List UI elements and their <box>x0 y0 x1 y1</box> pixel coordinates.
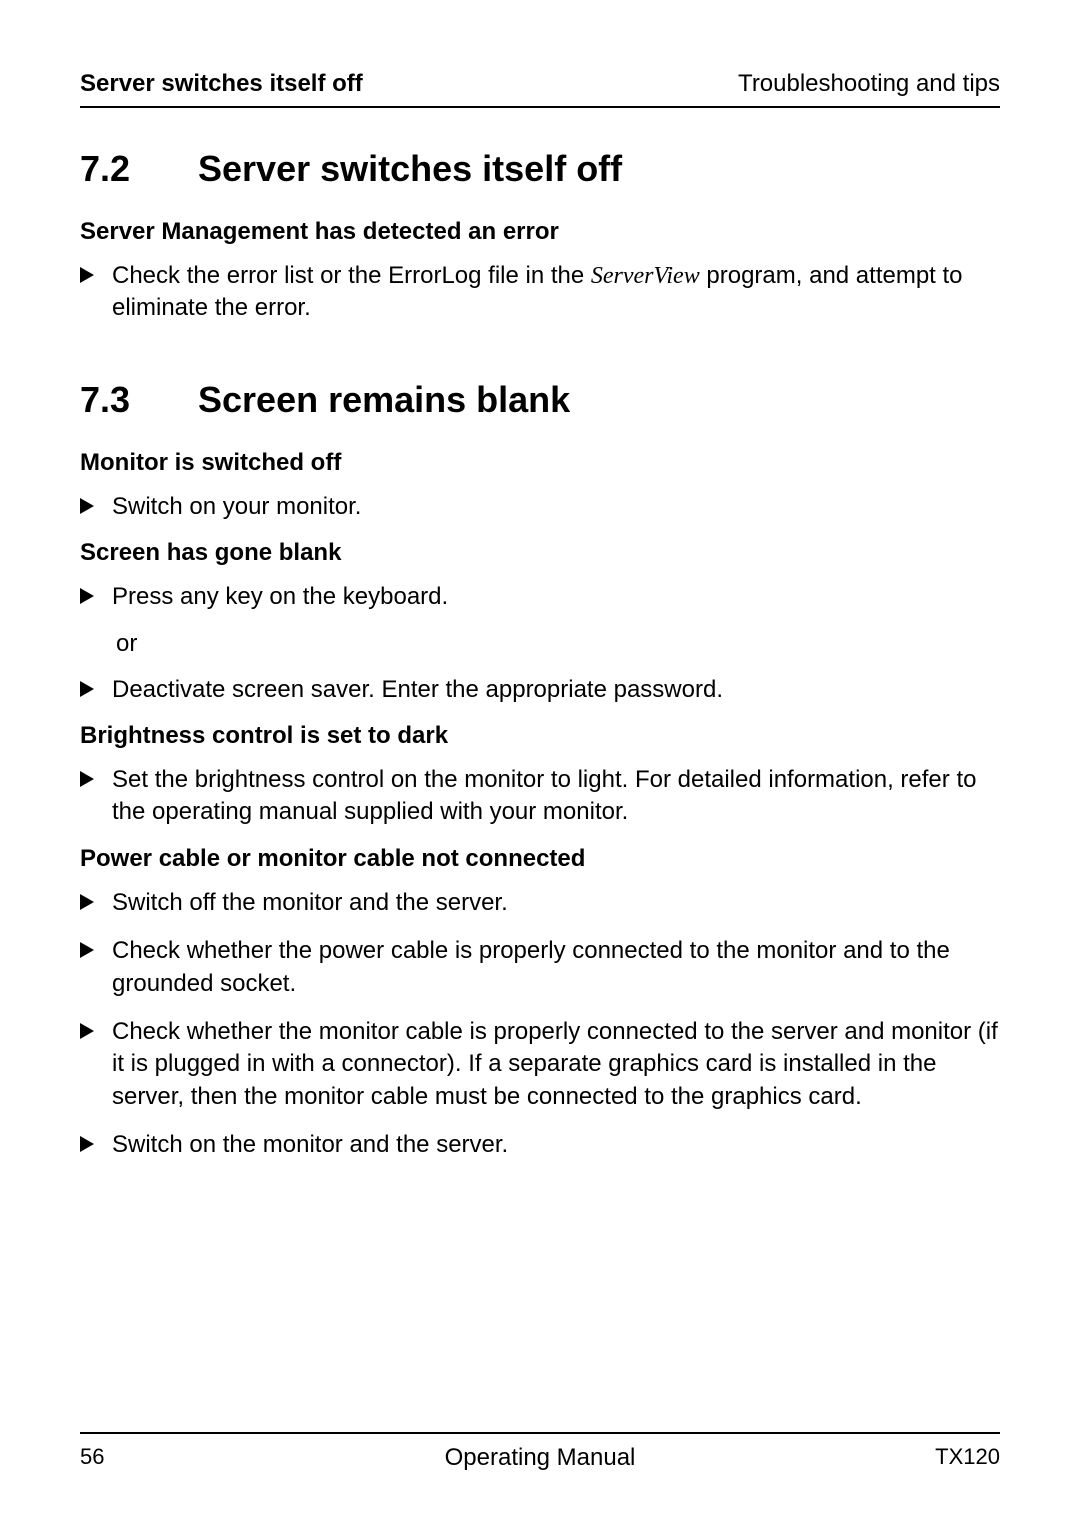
list-item: Set the brightness control on the monito… <box>80 764 1000 829</box>
page: Server switches itself off Troubleshooti… <box>0 0 1080 1526</box>
list-item: Switch on your monitor. <box>80 491 1000 523</box>
item-text: Deactivate screen saver. Enter the appro… <box>112 674 1000 706</box>
list-item: Check whether the monitor cable is prope… <box>80 1016 1000 1113</box>
item-text: Switch on your monitor. <box>112 491 1000 523</box>
list-item: Switch off the monitor and the server. <box>80 887 1000 919</box>
page-footer: Operating Manual 56 TX120 <box>80 1432 1000 1470</box>
item-text-pre: Check the error list or the ErrorLog fil… <box>112 262 591 289</box>
list-item: Switch on the monitor and the server. <box>80 1129 1000 1161</box>
header-left: Server switches itself off <box>80 70 363 98</box>
list-item: Press any key on the keyboard. <box>80 581 1000 613</box>
section-title: Server switches itself off <box>198 148 622 190</box>
item-text: Check the error list or the ErrorLog fil… <box>112 260 1000 325</box>
list-item: Check the error list or the ErrorLog fil… <box>80 260 1000 325</box>
triangle-bullet-icon <box>80 771 94 787</box>
triangle-bullet-icon <box>80 1136 94 1152</box>
footer-rule <box>80 1432 1000 1434</box>
triangle-bullet-icon <box>80 942 94 958</box>
item-text: Press any key on the keyboard. <box>112 581 1000 613</box>
footer-center: Operating Manual <box>80 1444 1000 1472</box>
item-text-italic: ServerView <box>591 263 700 289</box>
header-row: Server switches itself off Troubleshooti… <box>80 70 1000 108</box>
section-heading-73: 7.3 Screen remains blank <box>80 379 1000 421</box>
list-item: Check whether the power cable is properl… <box>80 935 1000 1000</box>
item-text: Set the brightness control on the monito… <box>112 764 1000 829</box>
item-text: Check whether the monitor cable is prope… <box>112 1016 1000 1113</box>
item-text: Switch off the monitor and the server. <box>112 887 1000 919</box>
section-number: 7.2 <box>80 148 150 190</box>
triangle-bullet-icon <box>80 267 94 283</box>
subheading: Server Management has detected an error <box>80 218 1000 246</box>
section-title: Screen remains blank <box>198 379 570 421</box>
footer-row: Operating Manual 56 TX120 <box>80 1444 1000 1470</box>
triangle-bullet-icon <box>80 894 94 910</box>
item-text: Switch on the monitor and the server. <box>112 1129 1000 1161</box>
section-heading-72: 7.2 Server switches itself off <box>80 148 1000 190</box>
header-right: Troubleshooting and tips <box>738 70 1000 98</box>
connector-or: or <box>116 630 1000 658</box>
subheading: Power cable or monitor cable not connect… <box>80 845 1000 873</box>
triangle-bullet-icon <box>80 1023 94 1039</box>
subheading: Monitor is switched off <box>80 449 1000 477</box>
list-item: Deactivate screen saver. Enter the appro… <box>80 674 1000 706</box>
triangle-bullet-icon <box>80 681 94 697</box>
subheading: Brightness control is set to dark <box>80 722 1000 750</box>
triangle-bullet-icon <box>80 498 94 514</box>
triangle-bullet-icon <box>80 588 94 604</box>
section-number: 7.3 <box>80 379 150 421</box>
subheading: Screen has gone blank <box>80 539 1000 567</box>
item-text: Check whether the power cable is properl… <box>112 935 1000 1000</box>
